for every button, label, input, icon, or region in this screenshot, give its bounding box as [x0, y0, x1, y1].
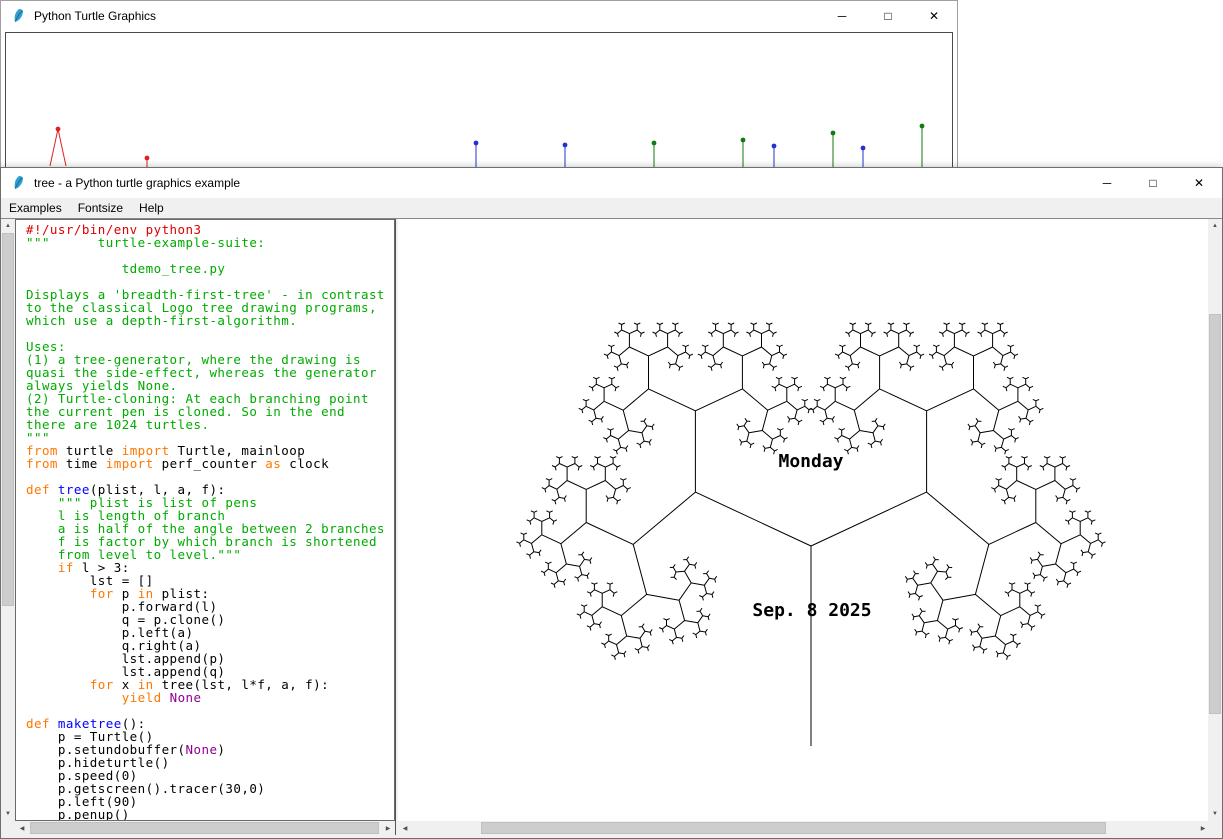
menu-help[interactable]: Help: [131, 198, 172, 218]
canvas-hscroll-thumb[interactable]: [481, 822, 1106, 834]
scroll-down-icon[interactable]: ▼: [1, 807, 15, 821]
menubar: Examples Fontsize Help: [1, 198, 1222, 218]
scrollbar-corner: [1208, 821, 1222, 835]
svg-text:Sep. 8 2025: Sep. 8 2025: [752, 600, 871, 621]
menu-examples[interactable]: Examples: [1, 198, 70, 218]
scroll-up-icon[interactable]: ▲: [1, 219, 15, 233]
app-titlebar: tree - a Python turtle graphics example …: [1, 168, 1222, 198]
turtle-canvas-svg: Monday Sep. 8 2025: [398, 219, 1210, 821]
code-vertical-scrollbar[interactable]: ▲ ▼: [1, 219, 15, 821]
scroll-down-icon[interactable]: ▼: [1208, 807, 1222, 821]
turtle-app-icon: [11, 175, 27, 191]
canvas-vscroll-thumb[interactable]: [1209, 314, 1221, 714]
code-horizontal-scrollbar[interactable]: ◀ ▶: [15, 821, 395, 835]
code-vscroll-thumb[interactable]: [2, 233, 14, 606]
scroll-up-icon[interactable]: ▲: [1208, 219, 1222, 233]
app-close-button[interactable]: ✕: [1176, 168, 1222, 198]
code-hscroll-thumb[interactable]: [30, 822, 379, 834]
app-maximize-button[interactable]: □: [1130, 168, 1176, 198]
scroll-left-icon[interactable]: ◀: [398, 821, 412, 835]
scroll-left-icon[interactable]: ◀: [15, 821, 29, 835]
app-window-title: tree - a Python turtle graphics example: [34, 176, 240, 190]
code-text[interactable]: #!/usr/bin/env python3""" turtle-example…: [16, 223, 394, 820]
content-area: ▲ ▼ #!/usr/bin/env python3""" turtle-exa…: [1, 218, 1222, 838]
menu-fontsize[interactable]: Fontsize: [70, 198, 131, 218]
bottom-strip: [1, 835, 1222, 838]
code-pane: #!/usr/bin/env python3""" turtle-example…: [15, 219, 395, 821]
app-window-controls: ─ □ ✕: [1084, 168, 1222, 198]
canvas-vertical-scrollbar[interactable]: ▲ ▼: [1208, 219, 1222, 821]
app-minimize-button[interactable]: ─: [1084, 168, 1130, 198]
canvas-horizontal-scrollbar[interactable]: ◀ ▶: [398, 821, 1210, 835]
svg-text:Monday: Monday: [778, 451, 843, 472]
scroll-right-icon[interactable]: ▶: [381, 821, 395, 835]
turtle-canvas: Monday Sep. 8 2025: [398, 219, 1210, 821]
app-window: tree - a Python turtle graphics example …: [0, 167, 1223, 839]
